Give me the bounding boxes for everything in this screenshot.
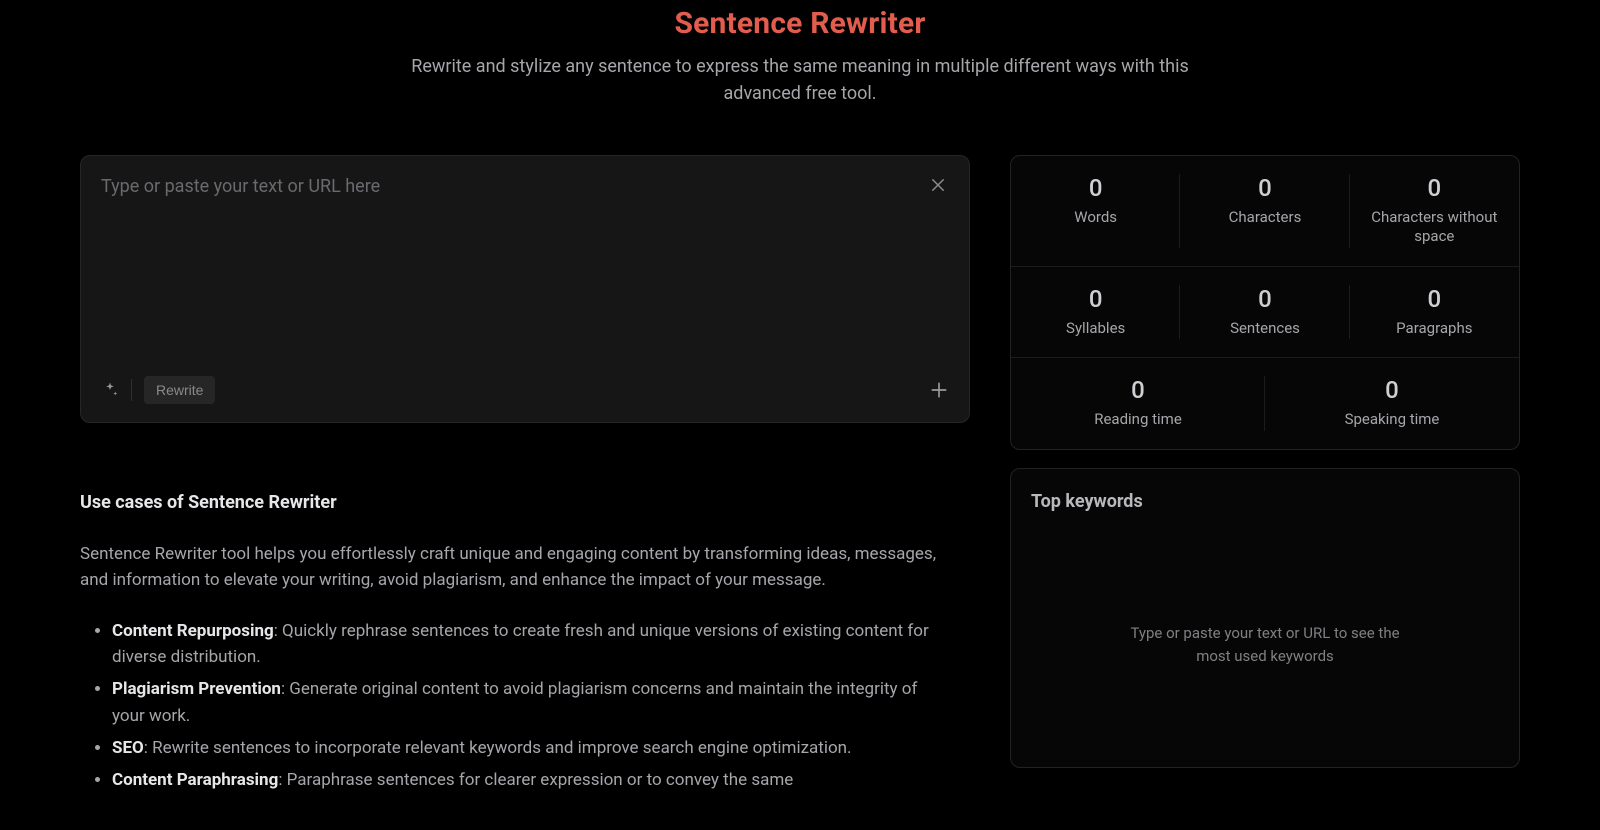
stat-sentences: 0 Sentences (1180, 267, 1349, 358)
usecase-label: Content Repurposing (112, 621, 274, 641)
stat-value: 0 (1273, 376, 1511, 404)
stat-label: Characters without space (1358, 208, 1511, 246)
usecase-item: SEO: Rewrite sentences to incorporate re… (112, 735, 950, 761)
stat-syllables: 0 Syllables (1011, 267, 1180, 358)
usecase-label: Content Paraphrasing (112, 770, 278, 790)
stat-paragraphs: 0 Paragraphs (1350, 267, 1519, 358)
stat-value: 0 (1019, 174, 1172, 202)
stat-value: 0 (1358, 285, 1511, 313)
stat-label: Syllables (1019, 319, 1172, 338)
stat-characters: 0 Characters (1180, 156, 1349, 266)
stat-value: 0 (1188, 174, 1341, 202)
stat-value: 0 (1358, 174, 1511, 202)
stat-label: Speaking time (1273, 410, 1511, 429)
keywords-panel: Top keywords Type or paste your text or … (1010, 468, 1520, 768)
keywords-heading: Top keywords (1031, 491, 1499, 512)
stat-words: 0 Words (1011, 156, 1180, 266)
usecase-label: SEO (112, 738, 144, 758)
page-title: Sentence Rewriter (0, 6, 1600, 41)
page-subtitle: Rewrite and stylize any sentence to expr… (390, 53, 1210, 107)
stat-speaking-time: 0 Speaking time (1265, 358, 1519, 449)
stat-label: Sentences (1188, 319, 1341, 338)
text-editor[interactable]: Rewrite (80, 155, 970, 423)
stat-value: 0 (1019, 376, 1257, 404)
stat-value: 0 (1019, 285, 1172, 313)
keywords-placeholder: Type or paste your text or URL to see th… (1115, 622, 1415, 667)
usecase-label: Plagiarism Prevention (112, 679, 281, 699)
stats-panel: 0 Words 0 Characters 0 Characters withou… (1010, 155, 1520, 450)
rewrite-button[interactable]: Rewrite (144, 376, 215, 404)
stat-value: 0 (1188, 285, 1341, 313)
usecase-item: Content Repurposing: Quickly rephrase se… (112, 618, 950, 671)
usecases-heading: Use cases of Sentence Rewriter (80, 489, 950, 517)
usecase-item: Content Paraphrasing: Paraphrase sentenc… (112, 767, 950, 793)
usecase-item: Plagiarism Prevention: Generate original… (112, 676, 950, 729)
stat-characters-no-space: 0 Characters without space (1350, 156, 1519, 266)
plus-icon[interactable] (929, 380, 949, 400)
stat-label: Reading time (1019, 410, 1257, 429)
stat-reading-time: 0 Reading time (1011, 358, 1265, 449)
divider (131, 379, 132, 401)
usecases-intro: Sentence Rewriter tool helps you effortl… (80, 541, 950, 594)
sparkle-icon[interactable] (101, 381, 119, 399)
usecase-text: : Rewrite sentences to incorporate relev… (144, 738, 852, 758)
stat-label: Words (1019, 208, 1172, 227)
usecase-text: : Paraphrase sentences for clearer expre… (278, 770, 793, 790)
text-input[interactable] (101, 174, 919, 250)
stat-label: Characters (1188, 208, 1341, 227)
stat-label: Paragraphs (1358, 319, 1511, 338)
clear-icon[interactable] (927, 174, 949, 196)
